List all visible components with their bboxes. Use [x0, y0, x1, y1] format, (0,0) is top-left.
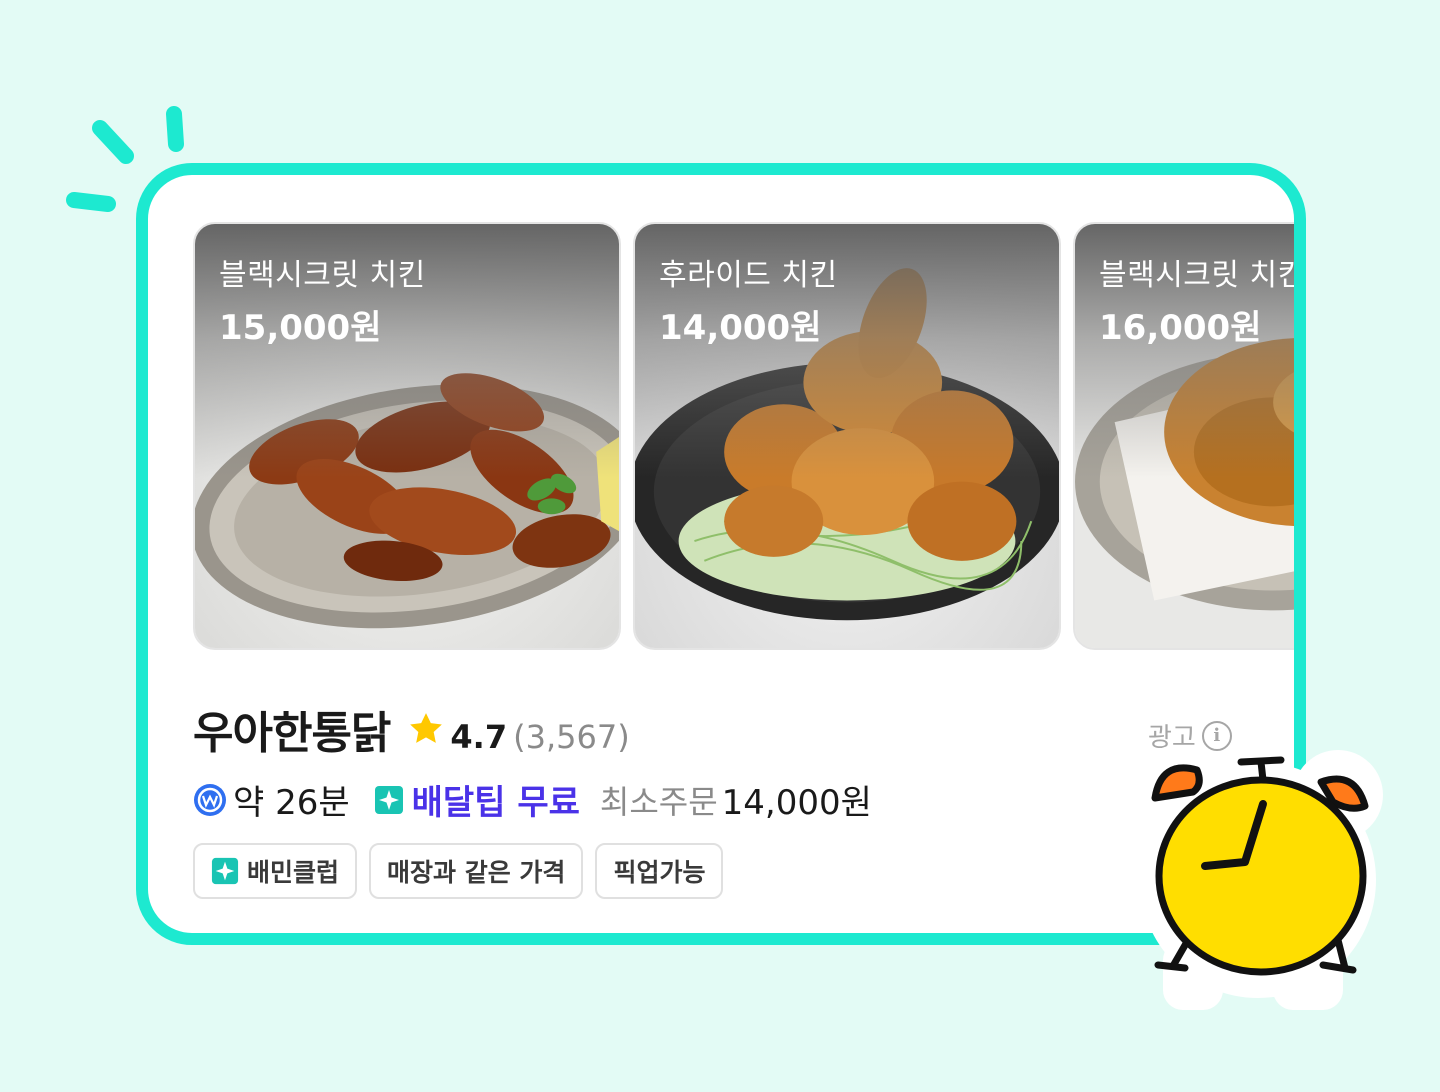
delivery-tip: 배달팁 무료	[411, 783, 580, 823]
menu-card-3[interactable]: 블랙시크릿 치킨 16,000원	[1073, 222, 1306, 650]
min-order-value: 14,000원	[721, 783, 872, 823]
tag-list: 배민클럽 매장과 같은 가격 픽업가능	[193, 843, 724, 899]
store-card[interactable]: 블랙시크릿 치킨 15,000원 후라이드 치킨 14,000원 블랙시크릿 치…	[136, 163, 1306, 945]
tag-same-price: 매장과 같은 가격	[369, 843, 584, 899]
review-count: (3,567)	[513, 718, 630, 756]
tag-pickup: 픽업가능	[595, 843, 724, 899]
menu-price: 14,000원	[659, 308, 822, 348]
menu-name: 후라이드 치킨	[659, 258, 838, 293]
tag-label: 매장과 같은 가격	[387, 858, 566, 887]
tag-baemin-club: 배민클럽	[193, 843, 358, 899]
tag-label: 픽업가능	[613, 858, 706, 887]
menu-price: 15,000원	[219, 308, 382, 348]
tag-label: 배민클럽	[247, 858, 340, 887]
store-name[interactable]: 우아한통닭	[193, 697, 391, 761]
baemin-club-icon	[211, 857, 239, 885]
store-title-row: 우아한통닭 4.7 (3,567)	[193, 697, 630, 761]
menu-name: 블랙시크릿 치킨	[219, 258, 426, 293]
alarm-clock-icon	[1133, 740, 1383, 1010]
rating-value: 4.7	[450, 718, 508, 756]
delivery-meta-row: 약 26분 배달팁 무료 최소주문 14,000원	[193, 775, 872, 824]
menu-price: 16,000원	[1099, 308, 1262, 348]
min-order-label: 최소주문	[599, 782, 718, 821]
star-icon	[410, 713, 443, 743]
menu-card-2[interactable]: 후라이드 치킨 14,000원	[633, 222, 1061, 650]
delivery-eta: 약 26분	[233, 783, 350, 823]
baemin-club-icon	[374, 785, 403, 814]
menu-carousel[interactable]: 블랙시크릿 치킨 15,000원 후라이드 치킨 14,000원 블랙시크릿 치…	[193, 222, 1306, 650]
menu-name: 블랙시크릿 치킨	[1099, 258, 1306, 293]
menu-card-1[interactable]: 블랙시크릿 치킨 15,000원	[193, 222, 621, 650]
won-coin-icon	[194, 783, 226, 816]
